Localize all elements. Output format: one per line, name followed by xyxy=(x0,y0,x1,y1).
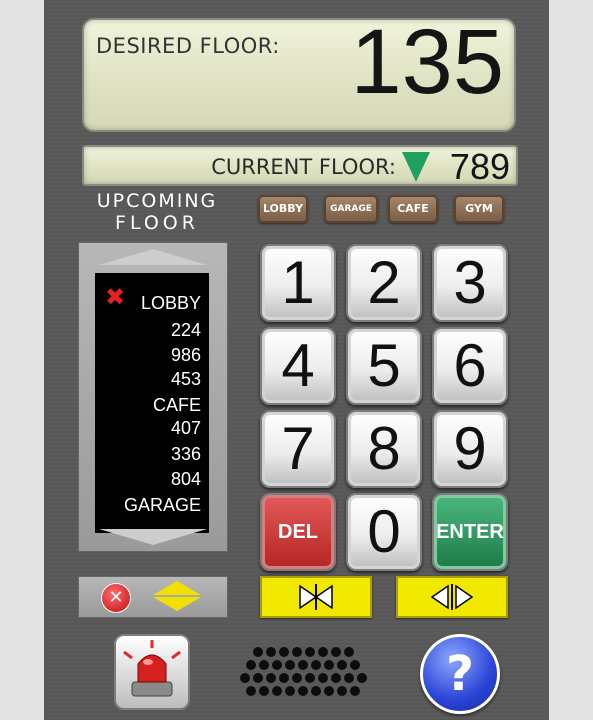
alarm-button[interactable] xyxy=(114,634,190,710)
quick-button-gym[interactable]: GYM xyxy=(454,195,504,223)
delete-button[interactable]: DEL xyxy=(260,493,336,571)
enter-button[interactable]: ENTER xyxy=(432,493,508,571)
upcoming-floor-list: ✖ LOBBY 224 986 453 CAFE 407 336 804 GAR… xyxy=(95,273,209,533)
open-door-icon xyxy=(430,584,474,610)
upcoming-floor-title: UPCOMING FLOOR xyxy=(92,190,222,234)
list-item[interactable]: 224 xyxy=(171,320,201,341)
remove-icon[interactable]: ✖ xyxy=(105,285,125,309)
key-6[interactable]: 6 xyxy=(432,327,508,405)
speaker-grille-icon xyxy=(240,647,367,696)
key-4[interactable]: 4 xyxy=(260,327,336,405)
upcoming-title-line1: UPCOMING xyxy=(96,190,218,212)
list-item[interactable]: 336 xyxy=(171,444,201,465)
help-button[interactable]: ? xyxy=(420,634,500,714)
elevator-panel: DESIRED FLOOR: 135 CURRENT FLOOR: 789 UP… xyxy=(44,0,549,720)
key-5[interactable]: 5 xyxy=(346,327,422,405)
list-item[interactable]: GARAGE xyxy=(124,495,201,516)
list-item[interactable]: 453 xyxy=(171,369,201,390)
down-arrow-icon xyxy=(402,152,430,182)
desired-floor-display: DESIRED FLOOR: 135 xyxy=(82,11,516,132)
current-floor-label: CURRENT FLOOR: xyxy=(211,155,396,179)
scroll-down-icon[interactable] xyxy=(99,529,207,545)
key-0[interactable]: 0 xyxy=(346,493,422,571)
open-door-button[interactable] xyxy=(396,576,508,618)
list-item[interactable]: CAFE xyxy=(153,395,201,416)
move-up-icon[interactable] xyxy=(153,581,201,595)
upcoming-title-line2: FLOOR xyxy=(115,212,199,234)
scroll-up-icon[interactable] xyxy=(99,249,207,265)
key-8[interactable]: 8 xyxy=(346,410,422,488)
move-down-icon[interactable] xyxy=(153,597,201,611)
upcoming-floor-list-frame: ✖ LOBBY 224 986 453 CAFE 407 336 804 GAR… xyxy=(78,242,228,552)
key-2[interactable]: 2 xyxy=(346,244,422,322)
key-9[interactable]: 9 xyxy=(432,410,508,488)
list-controls: ✕ xyxy=(78,576,228,618)
list-item[interactable]: LOBBY xyxy=(141,293,201,314)
alarm-siren-icon xyxy=(123,640,181,697)
close-door-button[interactable] xyxy=(260,576,372,618)
current-floor-display: CURRENT FLOOR: 789 xyxy=(82,145,518,187)
quick-button-cafe[interactable]: CAFE xyxy=(388,195,438,223)
key-3[interactable]: 3 xyxy=(432,244,508,322)
key-7[interactable]: 7 xyxy=(260,410,336,488)
close-door-icon xyxy=(299,584,333,610)
desired-floor-label: DESIRED FLOOR: xyxy=(96,34,280,58)
current-floor-value: 789 xyxy=(449,146,510,187)
list-item[interactable]: 804 xyxy=(171,469,201,490)
quick-button-lobby[interactable]: LOBBY xyxy=(258,195,308,223)
cancel-floor-icon[interactable]: ✕ xyxy=(101,583,131,613)
key-1[interactable]: 1 xyxy=(260,244,336,322)
list-item[interactable]: 407 xyxy=(171,418,201,439)
list-item[interactable]: 986 xyxy=(171,345,201,366)
desired-floor-value: 135 xyxy=(350,11,505,113)
quick-button-garage[interactable]: GARAGE xyxy=(324,195,378,223)
